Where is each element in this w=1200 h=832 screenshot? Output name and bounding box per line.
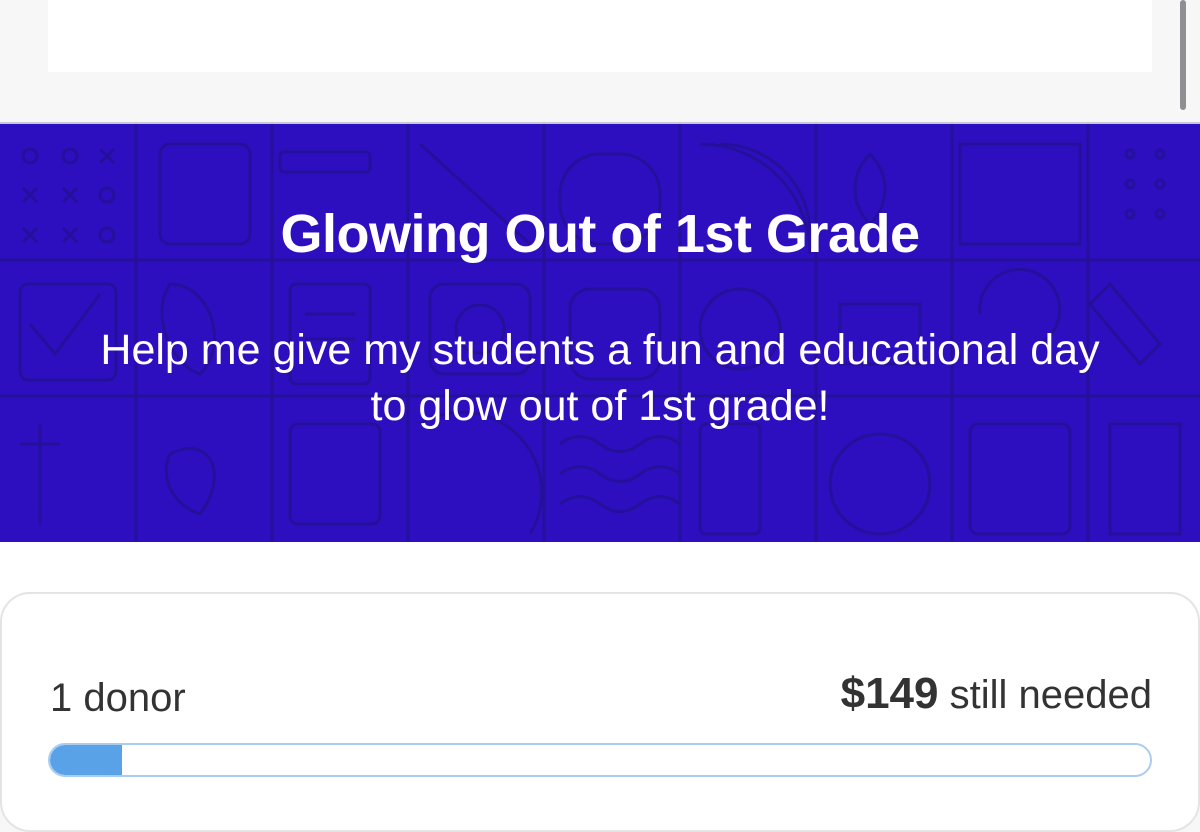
amount-needed: $149 [840, 669, 939, 718]
top-section [0, 0, 1200, 122]
still-needed-label: still needed [949, 673, 1152, 717]
funding-progress-bar [48, 743, 1152, 777]
amount-still-needed: $149 still needed [841, 670, 1152, 719]
project-hero-banner: Glowing Out of 1st Grade Help me give my… [0, 122, 1200, 542]
project-title: Glowing Out of 1st Grade [280, 204, 920, 264]
top-card [48, 0, 1152, 72]
project-subtitle: Help me give my students a fun and educa… [100, 326, 1100, 430]
scrollbar[interactable] [1180, 0, 1186, 110]
funding-progress-fill [50, 745, 122, 775]
donor-count: 1 donor [50, 676, 186, 720]
